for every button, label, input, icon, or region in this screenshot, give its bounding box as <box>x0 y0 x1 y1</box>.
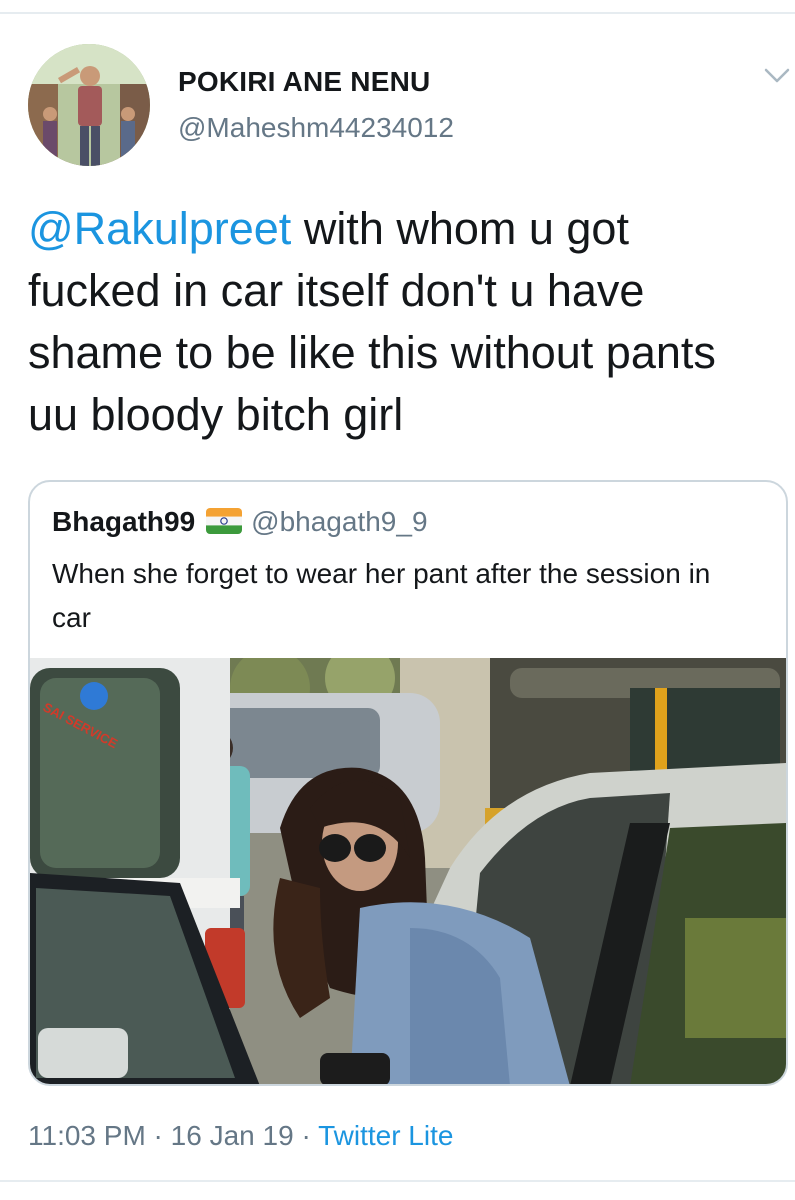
street-scene-image: SAI SERVICE <box>30 658 786 1084</box>
tweet-meta: 11:03 PM · 16 Jan 19 · Twitter Lite <box>28 1120 453 1152</box>
quoted-header: Bhagath99 @bhagath9_9 <box>52 506 428 538</box>
quoted-handle: @bhagath9_9 <box>251 506 428 537</box>
tweet-body: @Rakulpreet with whom u got fucked in ca… <box>28 198 768 446</box>
user-handle[interactable]: @Maheshm44234012 <box>178 112 454 144</box>
display-name[interactable]: POKIRI ANE NENU <box>178 66 430 98</box>
quoted-photo[interactable]: SAI SERVICE <box>30 658 786 1084</box>
india-flag-icon <box>206 508 243 534</box>
quoted-tweet-card[interactable]: Bhagath99 @bhagath9_9 When she forget to… <box>28 480 788 1086</box>
avatar-photo <box>28 44 150 166</box>
quoted-display-name: Bhagath99 <box>52 506 196 537</box>
avatar[interactable] <box>28 44 150 166</box>
meta-separator: · <box>293 1120 319 1151</box>
meta-separator: · <box>145 1120 171 1151</box>
tweet-source-link[interactable]: Twitter Lite <box>318 1120 453 1151</box>
top-divider <box>0 12 795 14</box>
tweet-time[interactable]: 11:03 PM <box>28 1120 146 1151</box>
chevron-down-icon[interactable] <box>764 68 790 84</box>
quoted-text: When she forget to wear her pant after t… <box>52 558 711 633</box>
mention-link[interactable]: @Rakulpreet <box>28 203 291 254</box>
tweet-date[interactable]: 16 Jan 19 <box>171 1120 294 1151</box>
bottom-divider <box>0 1180 795 1182</box>
